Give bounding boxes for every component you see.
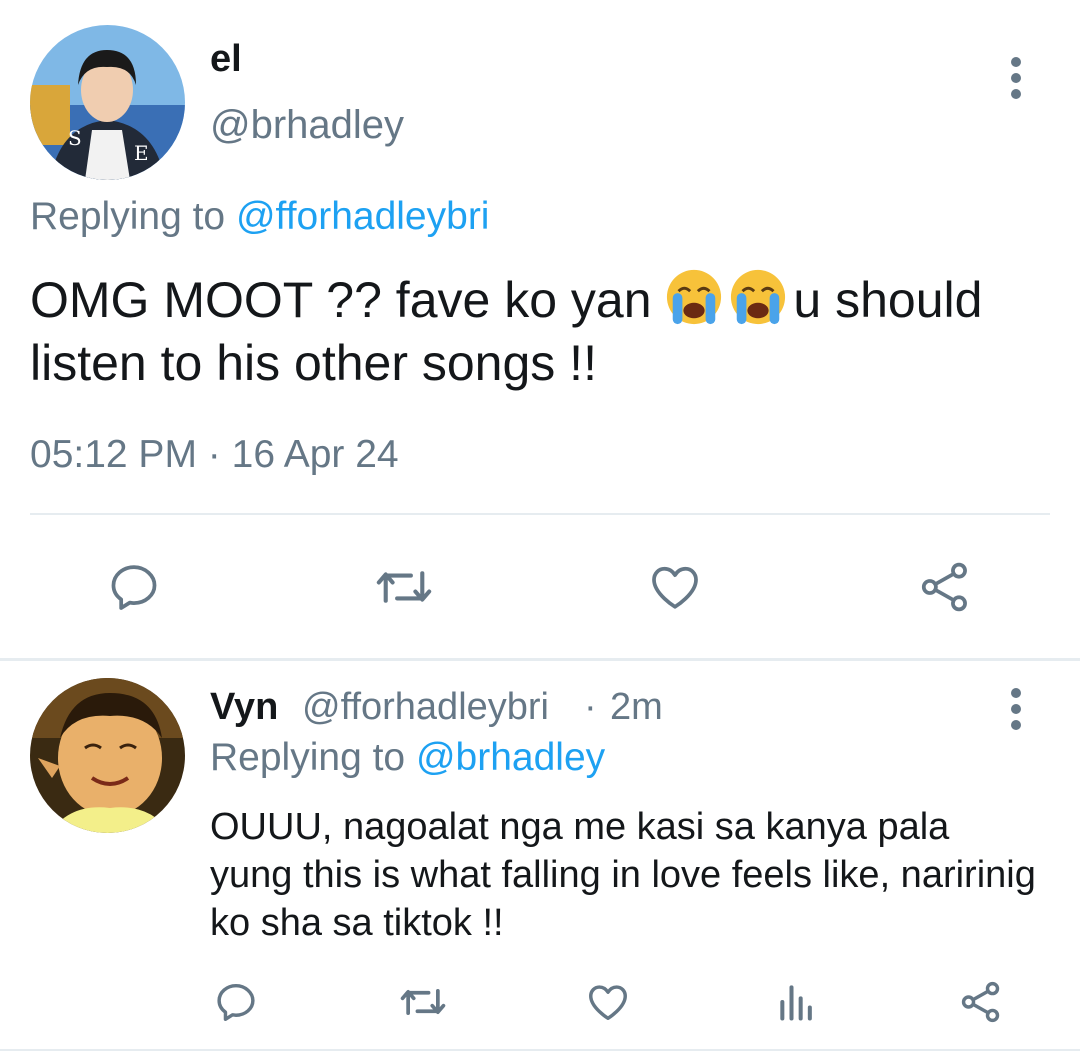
reply-share-icon[interactable] bbox=[958, 979, 1004, 1025]
share-icon[interactable] bbox=[917, 559, 973, 615]
reply-like-icon[interactable] bbox=[585, 979, 631, 1025]
timestamp-separator: · bbox=[207, 433, 221, 476]
reply-more-options-icon[interactable] bbox=[1008, 688, 1024, 736]
replying-to-prefix: Replying to bbox=[30, 195, 226, 238]
tweet-text-part1: OMG MOOT ?? fave ko yan bbox=[30, 272, 652, 328]
author-handle[interactable]: @brhadley bbox=[210, 103, 404, 148]
avatar-image bbox=[30, 678, 185, 833]
more-options-icon[interactable] bbox=[1008, 57, 1024, 105]
svg-text:S: S bbox=[68, 126, 82, 150]
author-avatar[interactable]: S E bbox=[30, 25, 185, 180]
reply-replying-to-handle-link[interactable]: @brhadley bbox=[416, 736, 605, 779]
reply-author-handle[interactable]: @fforhadleybri bbox=[302, 686, 549, 729]
reply-author-avatar[interactable] bbox=[30, 678, 185, 833]
bottom-separator bbox=[0, 1049, 1080, 1051]
reply-replying-to-prefix: Replying to bbox=[210, 736, 406, 779]
like-icon[interactable] bbox=[647, 559, 703, 615]
reply-replying-to-line: Replying to @brhadley bbox=[210, 736, 605, 780]
author-display-name[interactable]: el bbox=[210, 38, 242, 81]
tweet-date: 16 Apr 24 bbox=[231, 433, 399, 476]
tweet-time: 05:12 PM bbox=[30, 433, 197, 476]
crying-face-emoji-icon bbox=[731, 269, 786, 325]
replying-to-handle-link[interactable]: @fforhadleybri bbox=[236, 195, 490, 238]
avatar-image: S E bbox=[30, 25, 185, 180]
reply-author-display-name[interactable]: Vyn bbox=[210, 686, 278, 729]
retweet-icon[interactable] bbox=[372, 559, 436, 615]
crying-face-emoji-icon bbox=[667, 269, 722, 325]
analytics-icon[interactable] bbox=[775, 980, 819, 1024]
reply-icon[interactable] bbox=[106, 559, 162, 615]
tweet-timestamp[interactable]: 05:12 PM · 16 Apr 24 bbox=[30, 433, 399, 477]
tweet-text: OMG MOOT ?? fave ko yan u should listen … bbox=[30, 268, 1040, 395]
reply-retweet-icon[interactable] bbox=[397, 979, 449, 1025]
reply-tweet-text: OUUU, nagoalat nga me kasi sa kanya pala… bbox=[210, 806, 1036, 944]
tweet-separator bbox=[0, 658, 1080, 661]
reply-time-ago[interactable]: 2m bbox=[610, 686, 663, 729]
reply-meta-separator: · bbox=[584, 686, 597, 728]
replying-to-line: Replying to @fforhadleybri bbox=[30, 195, 489, 239]
reply-reply-icon[interactable] bbox=[213, 979, 259, 1025]
divider bbox=[30, 513, 1050, 515]
svg-text:E: E bbox=[134, 141, 149, 165]
